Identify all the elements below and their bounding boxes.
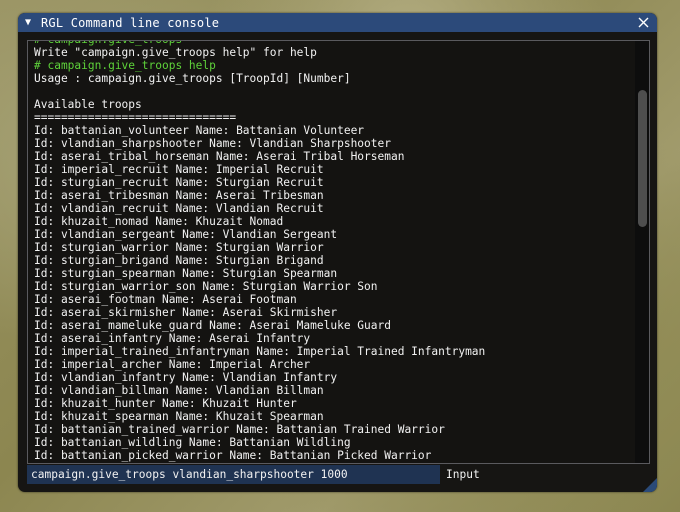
console-output-line: Id: imperial_recruit Name: Imperial Recr… bbox=[34, 163, 324, 176]
console-output-line: Id: vlandian_sharpshooter Name: Vlandian… bbox=[34, 137, 391, 150]
console-window: ▼ RGL Command line console # campaign.gi… bbox=[18, 13, 657, 492]
close-icon bbox=[638, 17, 649, 28]
console-output-line: Id: khuzait_hunter Name: Khuzait Hunter bbox=[34, 397, 297, 410]
console-output-line: Id: vlandian_recruit Name: Vlandian Recr… bbox=[34, 202, 324, 215]
console-output-line: Id: khuzait_spearman Name: Khuzait Spear… bbox=[34, 410, 324, 423]
title-bar[interactable]: ▼ RGL Command line console bbox=[18, 13, 657, 32]
console-output-line: Id: aserai_mameluke_guard Name: Aserai M… bbox=[34, 319, 391, 332]
console-output-line: Id: battanian_volunteer Name: Battanian … bbox=[34, 124, 365, 137]
console-output-line: Write "campaign.give_troops help" for he… bbox=[34, 46, 317, 59]
console-output-line: Id: battanian_trained_warrior Name: Batt… bbox=[34, 423, 445, 436]
console-output-line: Id: aserai_tribesman Name: Aserai Tribes… bbox=[34, 189, 324, 202]
console-output-line: Id: sturgian_recruit Name: Sturgian Recr… bbox=[34, 176, 324, 189]
collapse-triangle-icon[interactable]: ▼ bbox=[25, 13, 35, 32]
console-output-line: Id: aserai_infantry Name: Aserai Infantr… bbox=[34, 332, 311, 345]
console-output-line: Id: sturgian_brigand Name: Sturgian Brig… bbox=[34, 254, 324, 267]
scrollbar[interactable] bbox=[635, 41, 649, 463]
console-output-line: Id: vlandian_sergeant Name: Vlandian Ser… bbox=[34, 228, 338, 241]
console-output[interactable]: # campaign.give_troopsWrite "campaign.gi… bbox=[27, 40, 650, 464]
console-command-line: # campaign.give_troops help bbox=[34, 59, 216, 72]
input-label: Input bbox=[446, 468, 480, 481]
console-output-line: Id: sturgian_spearman Name: Sturgian Spe… bbox=[34, 267, 338, 280]
window-title: RGL Command line console bbox=[41, 15, 220, 30]
console-output-line: Id: vlandian_billman Name: Vlandian Bill… bbox=[34, 384, 324, 397]
console-output-line: Id: aserai_footman Name: Aserai Footman bbox=[34, 293, 297, 306]
console-output-line: ============================== bbox=[34, 111, 237, 124]
scrollbar-thumb[interactable] bbox=[638, 90, 647, 227]
console-output-line: Id: battanian_picked_warrior Name: Batta… bbox=[34, 449, 432, 462]
console-output-line: Id: khuzait_nomad Name: Khuzait Nomad bbox=[34, 215, 284, 228]
console-output-line: Id: imperial_trained_infantryman Name: I… bbox=[34, 345, 486, 358]
console-output-line: Id: sturgian_warrior_son Name: Sturgian … bbox=[34, 280, 378, 293]
input-row: Input bbox=[27, 465, 648, 484]
console-output-line: Id: imperial_archer Name: Imperial Arche… bbox=[34, 358, 311, 371]
console-output-line: Id: aserai_tribal_horseman Name: Aserai … bbox=[34, 150, 405, 163]
console-log: # campaign.give_troopsWrite "campaign.gi… bbox=[34, 41, 629, 462]
console-output-line: Id: vlandian_infantry Name: Vlandian Inf… bbox=[34, 371, 338, 384]
console-output-line: Id: battanian_wildling Name: Battanian W… bbox=[34, 436, 351, 449]
console-output-line: Id: aserai_skirmisher Name: Aserai Skirm… bbox=[34, 306, 338, 319]
console-output-line: Usage : campaign.give_troops [TroopId] [… bbox=[34, 72, 351, 85]
close-button[interactable] bbox=[636, 13, 650, 32]
console-output-line: Id: sturgian_warrior Name: Sturgian Warr… bbox=[34, 241, 324, 254]
resize-grip[interactable] bbox=[643, 478, 657, 492]
console-output-line: Available troops bbox=[34, 98, 142, 111]
command-input[interactable] bbox=[27, 465, 440, 484]
